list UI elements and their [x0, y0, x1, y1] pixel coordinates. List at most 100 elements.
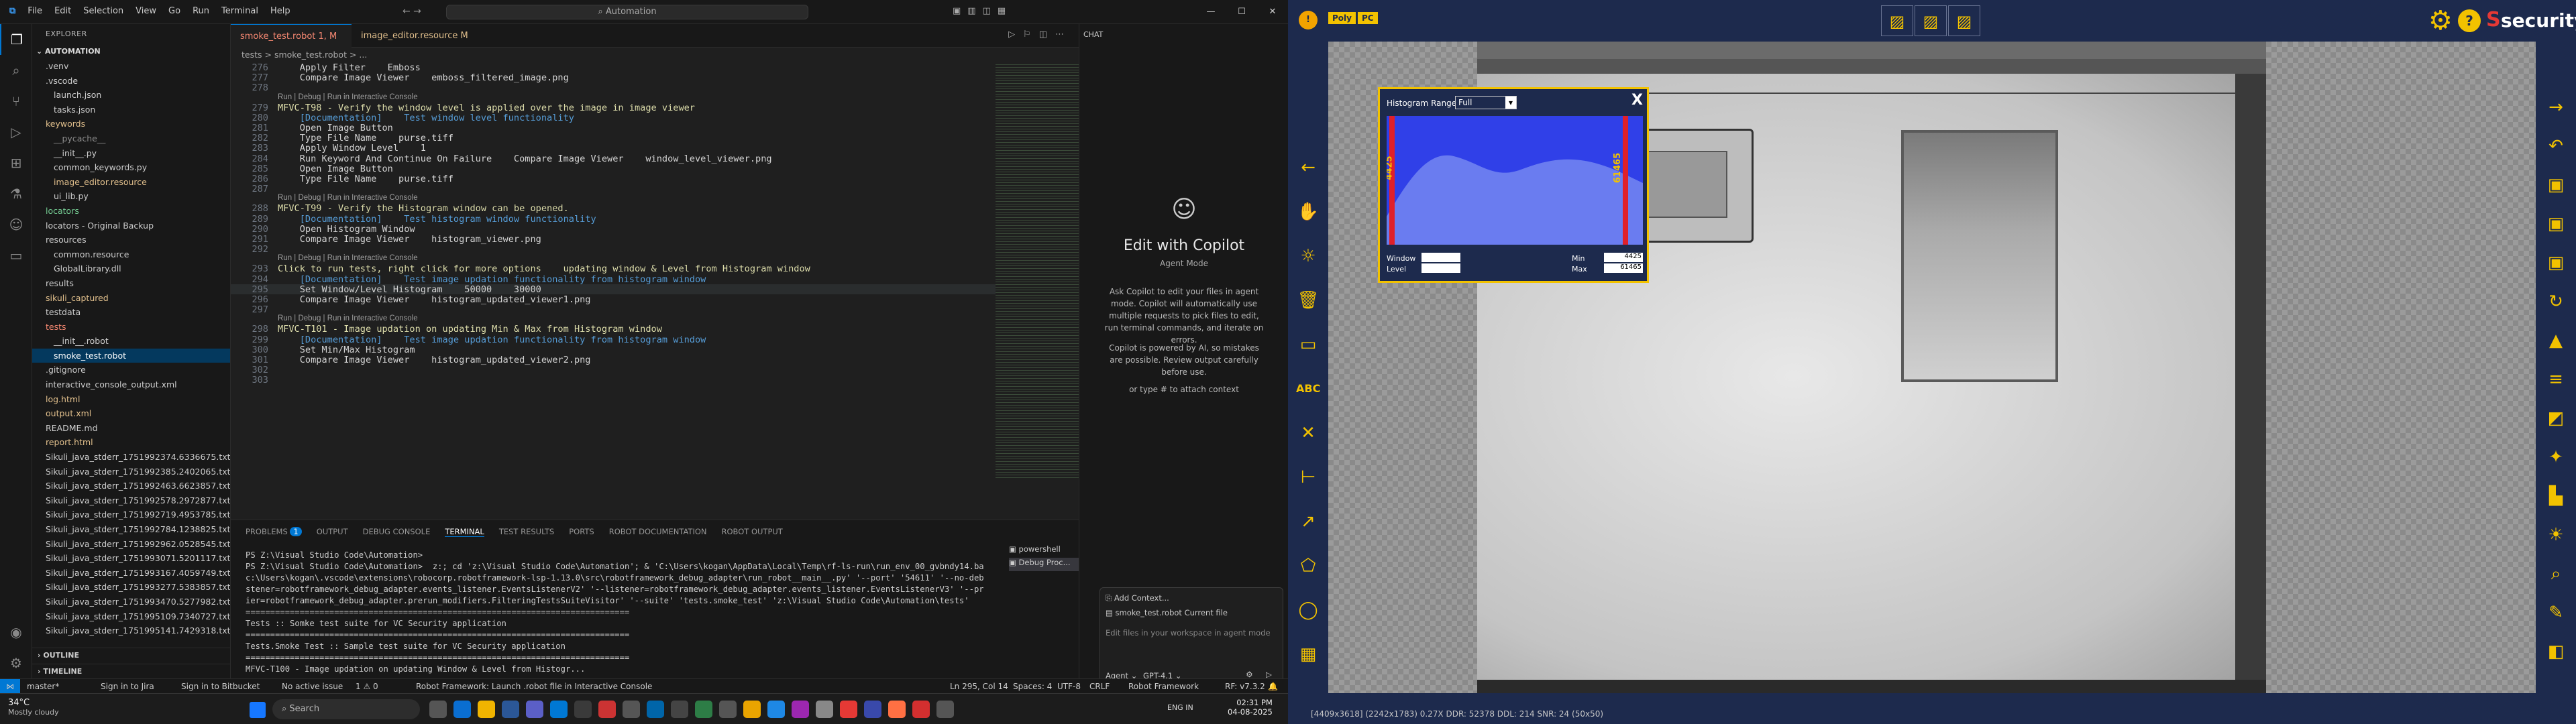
- clock[interactable]: 02:31 PM 04-08-2025: [1228, 698, 1273, 717]
- menu-selection[interactable]: Selection: [83, 6, 123, 16]
- pentagon-icon[interactable]: ⬠: [1296, 554, 1320, 578]
- account-icon[interactable]: ◉: [0, 617, 32, 648]
- tab-problems[interactable]: PROBLEMS 1: [246, 527, 302, 537]
- histogram-min-marker[interactable]: [1389, 116, 1395, 245]
- close-icon[interactable]: ✕: [1257, 0, 1288, 24]
- outlook-icon[interactable]: [502, 701, 519, 718]
- add-context-button[interactable]: ⎘ Add Context...: [1106, 593, 1169, 603]
- tab-image-editor[interactable]: image_editor.resource M: [352, 24, 486, 48]
- chat-input[interactable]: Edit files in your workspace in agent mo…: [1106, 628, 1279, 638]
- refresh-icon[interactable]: ↻: [2544, 290, 2568, 314]
- git-branch[interactable]: master*: [27, 679, 59, 694]
- level-input[interactable]: [1421, 263, 1460, 273]
- minimize-icon[interactable]: —: [1195, 0, 1226, 24]
- language-mode[interactable]: Robot Framework: [1128, 679, 1199, 694]
- app-icon[interactable]: [671, 701, 688, 718]
- tab-debug-console[interactable]: DEBUG CONSOLE: [363, 527, 431, 537]
- encoding[interactable]: UTF-8: [1057, 679, 1081, 694]
- app-icon[interactable]: [695, 701, 712, 718]
- file-tree-item[interactable]: Sikuli_java_stderr_1751992578.2972877.tx…: [32, 493, 230, 508]
- explorer-icon[interactable]: ❐: [0, 24, 32, 55]
- settings-gear-icon[interactable]: ⚙: [2428, 5, 2453, 36]
- app-icon[interactable]: [767, 701, 785, 718]
- window-input[interactable]: [1421, 253, 1460, 262]
- file-tree-item[interactable]: Sikuli_java_stderr_1751993277.5383857.tx…: [32, 580, 230, 595]
- file-tree-item[interactable]: .vscode: [32, 74, 230, 88]
- app-icon[interactable]: [888, 701, 906, 718]
- settings-gear-icon[interactable]: ⚙: [0, 648, 32, 678]
- zoom-icon[interactable]: ⌕: [2544, 562, 2568, 586]
- extensions-icon[interactable]: ⊞: [0, 147, 32, 178]
- code-lens[interactable]: Run | Debug | Run in Interactive Console: [231, 254, 996, 264]
- code-editor[interactable]: 276 Apply Filter Emboss 277 Compare Image…: [231, 62, 996, 465]
- terminal-output[interactable]: PS Z:\Visual Studio Code\Automation> PS Z…: [246, 550, 983, 675]
- file-tree-item[interactable]: Sikuli_java_stderr_1751992719.4953785.tx…: [32, 507, 230, 522]
- hand-icon[interactable]: ✋: [1296, 200, 1320, 224]
- file-explorer-icon[interactable]: [478, 701, 495, 718]
- contrast-icon[interactable]: ◧: [2544, 640, 2568, 664]
- file-tree-item[interactable]: common.resource: [32, 247, 230, 262]
- image-compare-icon[interactable]: ▨: [1915, 5, 1947, 36]
- alert-icon[interactable]: !: [1299, 11, 1318, 29]
- file-tree-item[interactable]: locators: [32, 204, 230, 219]
- security-app-icon[interactable]: [912, 701, 930, 718]
- histogram-close-button[interactable]: X: [1631, 92, 1643, 109]
- ellipse-icon[interactable]: ◯: [1296, 598, 1320, 622]
- histogram-range-select[interactable]: Full ▾: [1455, 96, 1517, 109]
- chrome-icon[interactable]: [743, 701, 761, 718]
- robot-launch[interactable]: Robot Framework: Launch .robot file in I…: [416, 679, 652, 694]
- command-center[interactable]: ⌕ Automation: [446, 5, 808, 19]
- tab-output[interactable]: OUTPUT: [317, 527, 348, 537]
- tab-ports[interactable]: PORTS: [569, 527, 594, 537]
- remote-icon[interactable]: ▭: [0, 240, 32, 271]
- file-tree-item[interactable]: Sikuli_java_stderr_1751993167.4059749.tx…: [32, 566, 230, 581]
- snipping-icon[interactable]: [623, 701, 640, 718]
- app-icon[interactable]: [816, 701, 833, 718]
- tab-robot-output[interactable]: ROBOT OUTPUT: [722, 527, 783, 537]
- remote-indicator-icon[interactable]: ⋈: [0, 679, 20, 694]
- menu-terminal[interactable]: Terminal: [221, 6, 258, 16]
- search-view-icon[interactable]: ⌕: [0, 55, 32, 86]
- file-tree-item[interactable]: __pycache__: [32, 131, 230, 146]
- problems-count[interactable]: 1 ⚠ 0: [356, 679, 378, 694]
- file-tree-item[interactable]: report.html: [32, 435, 230, 450]
- send-button[interactable]: ⚙ ▷: [1246, 670, 1277, 679]
- windows-start-icon[interactable]: [250, 702, 266, 718]
- pen-icon[interactable]: ✎: [2544, 601, 2568, 625]
- rect-icon[interactable]: ▭: [1296, 333, 1320, 357]
- current-file-chip[interactable]: ▤ smoke_test.robot Current file: [1106, 608, 1228, 617]
- min-input[interactable]: 4425: [1604, 253, 1643, 262]
- robot-icon[interactable]: ☺: [0, 209, 32, 240]
- bitbucket-signin[interactable]: Sign in to Bitbucket: [181, 679, 260, 694]
- save-icon[interactable]: ▣: [2544, 173, 2568, 197]
- menu-help[interactable]: Help: [270, 6, 290, 16]
- image-filter-icon[interactable]: ▲: [2544, 328, 2568, 353]
- file-tree-item[interactable]: sikuli_captured: [32, 291, 230, 306]
- rf-version[interactable]: RF: v7.3.2: [1225, 679, 1265, 694]
- app-icon[interactable]: [719, 701, 737, 718]
- menu-go[interactable]: Go: [168, 6, 180, 16]
- cross-measure-icon[interactable]: ✕: [1296, 421, 1320, 445]
- file-tree-item[interactable]: Sikuli_java_stderr_1751992385.2402065.tx…: [32, 465, 230, 479]
- grid-icon[interactable]: ▦: [1296, 642, 1320, 666]
- outline-section[interactable]: › OUTLINE: [32, 648, 231, 662]
- tab-smoke-test[interactable]: smoke_test.robot 1, M: [231, 24, 352, 48]
- histogram-max-marker[interactable]: [1623, 116, 1628, 245]
- language-indicator[interactable]: ENG IN: [1167, 703, 1193, 712]
- file-tree-item[interactable]: interactive_console_output.xml: [32, 377, 230, 392]
- menu-edit[interactable]: Edit: [54, 6, 71, 16]
- app-icon[interactable]: [598, 701, 616, 718]
- app-icon[interactable]: [936, 701, 954, 718]
- app-icon[interactable]: [840, 701, 857, 718]
- trash-icon[interactable]: 🗑: [1296, 288, 1320, 312]
- code-lens[interactable]: Run | Debug | Run in Interactive Console: [231, 194, 996, 204]
- weather-widget[interactable]: 34°C Mostly cloudy: [8, 698, 59, 717]
- file-tree-item[interactable]: Sikuli_java_stderr_1751992784.1238825.tx…: [32, 522, 230, 537]
- file-tree-item[interactable]: Sikuli_java_stderr_1751993071.5201117.tx…: [32, 551, 230, 566]
- tab-robot-documentation[interactable]: ROBOT DOCUMENTATION: [609, 527, 707, 537]
- minimap[interactable]: [996, 62, 1079, 478]
- ruler-icon[interactable]: ⊢: [1296, 465, 1320, 489]
- file-tree-item[interactable]: tasks.json: [32, 103, 230, 117]
- file-tree-item[interactable]: Sikuli_java_stderr_1751992962.0528545.tx…: [32, 537, 230, 552]
- bell-icon[interactable]: 🔔: [1268, 679, 1278, 694]
